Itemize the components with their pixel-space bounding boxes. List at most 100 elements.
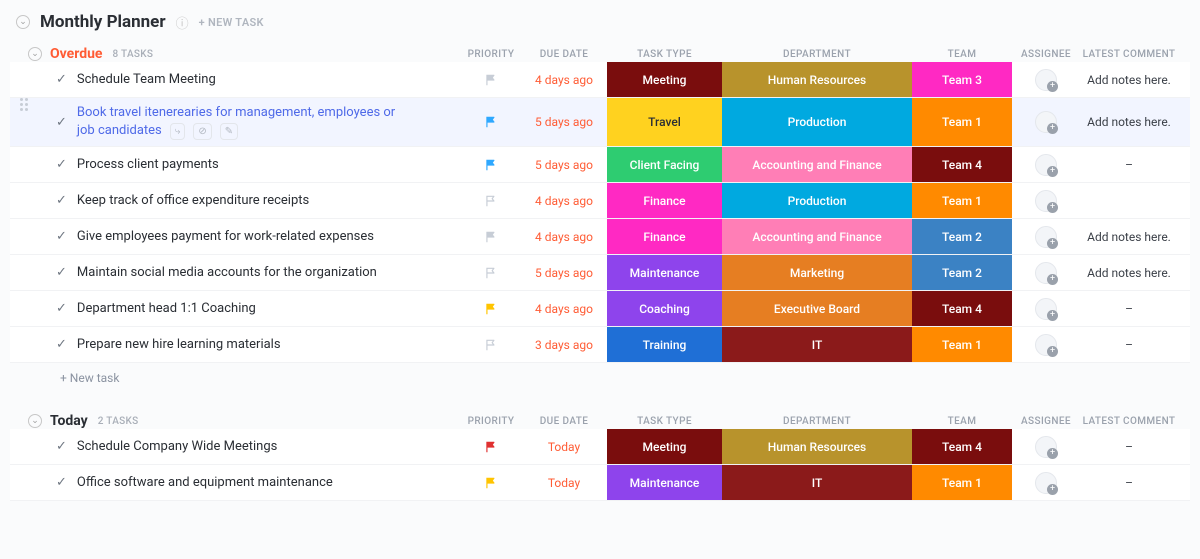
latest-comment-cell[interactable]: Add notes here.: [1080, 255, 1178, 290]
check-icon[interactable]: ✓: [56, 193, 67, 208]
task-type-cell[interactable]: Maintenance: [607, 255, 722, 290]
task-name[interactable]: Prepare new hire learning materials: [77, 330, 281, 360]
due-date-cell[interactable]: 5 days ago: [521, 255, 607, 290]
col-priority[interactable]: PRIORITY: [461, 49, 521, 60]
col-due-date[interactable]: DUE DATE: [521, 49, 607, 60]
col-assignee[interactable]: ASSIGNEE: [1012, 416, 1080, 427]
task-name[interactable]: Schedule Team Meeting: [77, 65, 216, 95]
assignee-cell[interactable]: [1012, 183, 1080, 218]
priority-cell[interactable]: [461, 291, 521, 326]
task-name[interactable]: Book travel itenerearies for management,…: [77, 98, 397, 146]
team-cell[interactable]: Team 2: [912, 255, 1012, 290]
due-date-cell[interactable]: Today: [521, 429, 607, 464]
col-department[interactable]: DEPARTMENT: [722, 49, 912, 60]
task-name[interactable]: Give employees payment for work-related …: [77, 222, 374, 252]
team-cell[interactable]: Team 1: [912, 183, 1012, 218]
task-row[interactable]: ✓ Give employees payment for work-relate…: [10, 219, 1190, 255]
task-row[interactable]: ✓ Schedule Team Meeting 4 days ago Meeti…: [10, 62, 1190, 98]
col-department[interactable]: DEPARTMENT: [722, 416, 912, 427]
assignee-avatar-icon[interactable]: [1035, 69, 1057, 91]
col-latest-comment[interactable]: LATEST COMMENT: [1080, 416, 1178, 427]
assignee-cell[interactable]: [1012, 465, 1080, 500]
task-type-cell[interactable]: Meeting: [607, 429, 722, 464]
latest-comment-cell[interactable]: Add notes here.: [1080, 62, 1178, 97]
priority-flag-icon[interactable]: [484, 230, 498, 244]
assignee-avatar-icon[interactable]: [1035, 334, 1057, 356]
task-name[interactable]: Maintain social media accounts for the o…: [77, 258, 377, 288]
col-task-type[interactable]: TASK TYPE: [607, 49, 722, 60]
priority-cell[interactable]: [461, 255, 521, 290]
priority-flag-icon[interactable]: [484, 440, 498, 454]
team-cell[interactable]: Team 1: [912, 465, 1012, 500]
check-icon[interactable]: ✓: [56, 115, 67, 130]
task-type-cell[interactable]: Finance: [607, 183, 722, 218]
task-row[interactable]: ✓ Maintain social media accounts for the…: [10, 255, 1190, 291]
check-icon[interactable]: ✓: [56, 72, 67, 87]
task-type-cell[interactable]: Coaching: [607, 291, 722, 326]
priority-cell[interactable]: [461, 465, 521, 500]
task-type-cell[interactable]: Client Facing: [607, 147, 722, 182]
info-icon[interactable]: ⓘ: [176, 13, 189, 32]
collapse-page-icon[interactable]: ⌄: [16, 15, 30, 29]
latest-comment-cell[interactable]: –: [1080, 327, 1178, 362]
priority-flag-icon[interactable]: [484, 158, 498, 172]
due-date-cell[interactable]: 5 days ago: [521, 147, 607, 182]
team-cell[interactable]: Team 4: [912, 429, 1012, 464]
task-name[interactable]: Schedule Company Wide Meetings: [77, 432, 277, 462]
assignee-avatar-icon[interactable]: [1035, 154, 1057, 176]
assignee-cell[interactable]: [1012, 98, 1080, 146]
col-task-type[interactable]: TASK TYPE: [607, 416, 722, 427]
assignee-cell[interactable]: [1012, 255, 1080, 290]
assignee-avatar-icon[interactable]: [1035, 472, 1057, 494]
department-cell[interactable]: Accounting and Finance: [722, 147, 912, 182]
col-due-date[interactable]: DUE DATE: [521, 416, 607, 427]
task-row[interactable]: ✓ Schedule Company Wide Meetings Today M…: [10, 429, 1190, 465]
priority-flag-icon[interactable]: [484, 266, 498, 280]
department-cell[interactable]: IT: [722, 465, 912, 500]
edit-icon[interactable]: ✎: [220, 123, 238, 141]
priority-flag-icon[interactable]: [484, 302, 498, 316]
task-type-cell[interactable]: Finance: [607, 219, 722, 254]
department-cell[interactable]: Accounting and Finance: [722, 219, 912, 254]
priority-flag-icon[interactable]: [484, 338, 498, 352]
department-cell[interactable]: IT: [722, 327, 912, 362]
col-assignee[interactable]: ASSIGNEE: [1012, 49, 1080, 60]
task-name[interactable]: Process client payments: [77, 150, 219, 180]
col-latest-comment[interactable]: LATEST COMMENT: [1080, 49, 1178, 60]
priority-flag-icon[interactable]: [484, 476, 498, 490]
priority-cell[interactable]: [461, 183, 521, 218]
priority-cell[interactable]: [461, 327, 521, 362]
department-cell[interactable]: Executive Board: [722, 291, 912, 326]
latest-comment-cell[interactable]: –: [1080, 465, 1178, 500]
assignee-cell[interactable]: [1012, 327, 1080, 362]
team-cell[interactable]: Team 2: [912, 219, 1012, 254]
priority-flag-icon[interactable]: [484, 73, 498, 87]
task-row[interactable]: ✓ Keep track of office expenditure recei…: [10, 183, 1190, 219]
collapse-group-icon[interactable]: ⌄: [28, 47, 42, 61]
group-title[interactable]: Overdue: [50, 46, 103, 62]
latest-comment-cell[interactable]: –: [1080, 291, 1178, 326]
task-name[interactable]: Department head 1:1 Coaching: [77, 294, 256, 324]
latest-comment-cell[interactable]: Add notes here.: [1080, 98, 1178, 146]
department-cell[interactable]: Human Resources: [722, 429, 912, 464]
department-cell[interactable]: Marketing: [722, 255, 912, 290]
assignee-cell[interactable]: [1012, 429, 1080, 464]
check-icon[interactable]: ✓: [56, 337, 67, 352]
tag-icon[interactable]: ⊘: [193, 123, 211, 141]
latest-comment-cell[interactable]: –: [1080, 147, 1178, 182]
collapse-group-icon[interactable]: ⌄: [28, 414, 42, 428]
priority-cell[interactable]: [461, 429, 521, 464]
col-priority[interactable]: PRIORITY: [461, 416, 521, 427]
due-date-cell[interactable]: 4 days ago: [521, 62, 607, 97]
latest-comment-cell[interactable]: [1080, 183, 1178, 218]
due-date-cell[interactable]: 3 days ago: [521, 327, 607, 362]
subtask-icon[interactable]: ⤷: [170, 123, 186, 141]
team-cell[interactable]: Team 1: [912, 327, 1012, 362]
assignee-avatar-icon[interactable]: [1035, 262, 1057, 284]
task-row[interactable]: ✓ Department head 1:1 Coaching 4 days ag…: [10, 291, 1190, 327]
task-row[interactable]: ✓ Office software and equipment maintena…: [10, 465, 1190, 501]
due-date-cell[interactable]: 4 days ago: [521, 183, 607, 218]
assignee-avatar-icon[interactable]: [1035, 226, 1057, 248]
task-type-cell[interactable]: Training: [607, 327, 722, 362]
assignee-avatar-icon[interactable]: [1035, 111, 1057, 133]
